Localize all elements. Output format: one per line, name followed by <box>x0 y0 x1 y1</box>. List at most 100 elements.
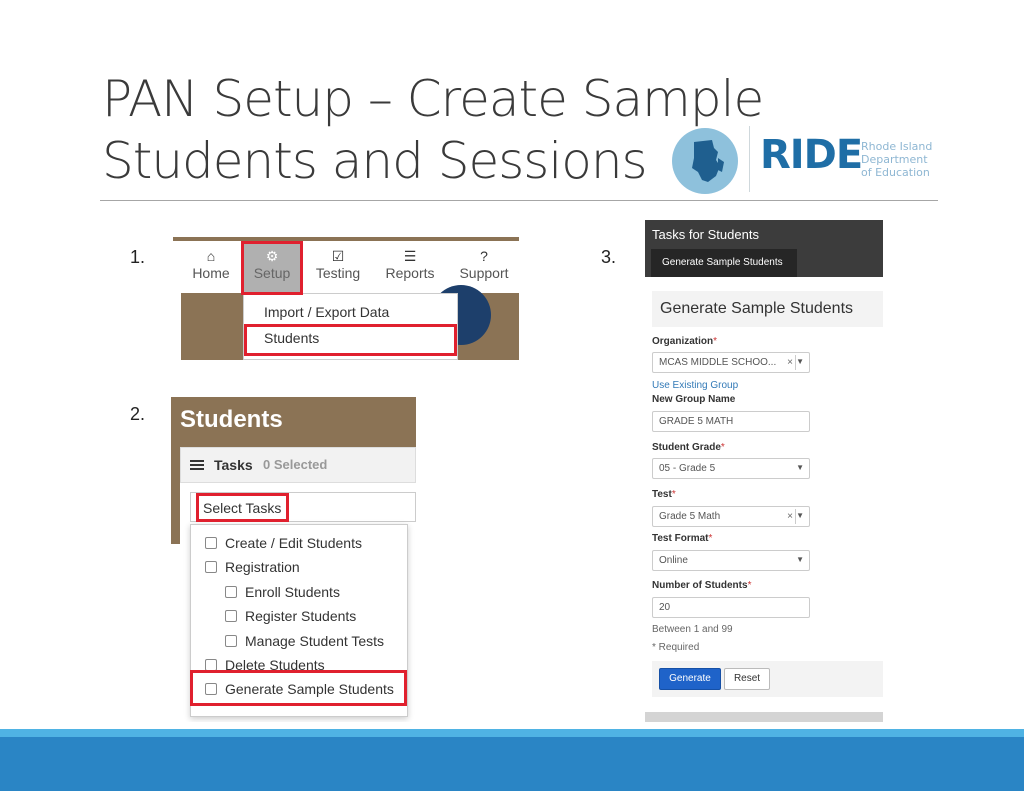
use-existing-group-link[interactable]: Use Existing Group <box>652 380 738 391</box>
required-mark: * <box>671 489 676 500</box>
organization-value: MCAS MIDDLE SCHOO... <box>659 357 777 368</box>
task-create-edit[interactable]: Create / Edit Students <box>205 535 362 551</box>
test-format-label-text: Test Format <box>652 533 709 544</box>
menu-item-import-export[interactable]: Import / Export Data <box>264 304 389 320</box>
rhode-island-map-icon <box>672 128 738 194</box>
form-title-bar: Generate Sample Students <box>652 291 883 327</box>
tasks-bar: Tasks 0 Selected <box>180 447 416 483</box>
chevron-down-icon[interactable]: ▼ <box>796 511 804 520</box>
selected-count: 0 Selected <box>263 457 328 472</box>
question-circle-icon: ? <box>480 248 488 264</box>
required-note: * Required <box>652 642 700 653</box>
reset-button[interactable]: Reset <box>724 668 770 690</box>
test-format-select[interactable]: Online ▼ <box>652 550 810 571</box>
page-title: Students <box>180 406 283 433</box>
student-grade-label-text: Student Grade <box>652 442 721 453</box>
highlight-select-tasks <box>196 493 289 522</box>
tasks-label: Tasks <box>214 457 253 473</box>
screenshot-setup-menu: ⌂ Home ⚙ Setup ☑ Testing ☰ Reports ? Sup… <box>173 237 519 360</box>
clear-icon[interactable]: × <box>787 357 793 368</box>
task-label: Registration <box>225 559 300 575</box>
number-students-input[interactable]: 20 <box>652 597 810 618</box>
task-registration[interactable]: Registration <box>205 559 300 575</box>
screenshot-generate-form: Tasks for Students Generate Sample Stude… <box>645 220 883 722</box>
tasks-header: Tasks for Students Generate Sample Stude… <box>645 220 883 277</box>
checkbox[interactable] <box>205 537 217 549</box>
chevron-down-icon: ▼ <box>796 463 804 472</box>
step-number-1: 1. <box>130 247 146 267</box>
organization-label: Organization* <box>652 336 717 347</box>
chevron-down-icon[interactable]: ▼ <box>796 357 804 366</box>
test-format-value: Online <box>659 555 688 566</box>
nav-support-label: Support <box>459 265 509 281</box>
required-mark: * <box>747 580 752 591</box>
task-manage-tests[interactable]: Manage Student Tests <box>225 633 384 649</box>
nav-testing[interactable]: ☑ Testing <box>313 247 363 281</box>
form-footer: Generate Reset <box>652 661 883 697</box>
highlight-generate-sample <box>190 670 407 706</box>
logo-separator <box>749 126 750 192</box>
title-divider <box>100 200 938 201</box>
slide: PAN Setup – Create Sample Students and S… <box>0 0 1024 791</box>
test-value: Grade 5 Math <box>659 511 721 522</box>
new-group-label: New Group Name <box>652 394 736 405</box>
footer-accent-stripe <box>0 729 1024 737</box>
tab-generate-sample[interactable]: Generate Sample Students <box>651 249 797 277</box>
nav-reports-label: Reports <box>385 265 435 281</box>
test-label-text: Test <box>652 489 672 500</box>
form-bottom-border <box>645 712 883 722</box>
number-students-help: Between 1 and 99 <box>652 624 733 635</box>
student-grade-value: 05 - Grade 5 <box>659 463 716 474</box>
task-label: Create / Edit Students <box>225 535 362 551</box>
new-group-input[interactable]: GRADE 5 MATH <box>652 411 810 432</box>
test-select[interactable]: Grade 5 Math × ▼ <box>652 506 810 527</box>
ride-logo: RIDE Rhode Island Department of Educatio… <box>672 126 936 194</box>
checkbox[interactable] <box>225 635 237 647</box>
task-register[interactable]: Register Students <box>225 608 356 624</box>
test-format-label: Test Format* <box>652 533 712 544</box>
required-mark: * <box>708 533 713 544</box>
nav-testing-label: Testing <box>315 265 361 281</box>
step-number-3: 3. <box>601 247 617 267</box>
checkbox[interactable] <box>225 610 237 622</box>
test-label: Test* <box>652 489 676 500</box>
task-label: Register Students <box>245 608 357 624</box>
slide-title-line-1: PAN Setup – Create Sample <box>102 70 764 128</box>
nav-home-label: Home <box>192 265 230 281</box>
nav-reports[interactable]: ☰ Reports <box>383 247 437 281</box>
list-icon <box>190 460 204 471</box>
organization-label-text: Organization <box>652 336 714 347</box>
tasks-header-title: Tasks for Students <box>652 227 759 242</box>
logo-sub-line-3: of Education <box>861 166 930 179</box>
chevron-down-icon: ▼ <box>796 555 804 564</box>
check-square-icon: ☑ <box>331 248 345 264</box>
checkbox[interactable] <box>205 561 217 573</box>
logo-subtitle: Rhode Island Department of Education <box>861 140 932 179</box>
server-icon: ☰ <box>403 248 417 264</box>
number-students-label-text: Number of Students <box>652 580 748 591</box>
student-grade-select[interactable]: 05 - Grade 5 ▼ <box>652 458 810 479</box>
screenshot-students-tasks: Students Tasks 0 Selected Select Tasks C… <box>171 397 416 722</box>
logo-wordmark: RIDE <box>760 132 863 178</box>
required-mark: * <box>713 336 718 347</box>
footer-band <box>0 737 1024 791</box>
checkbox[interactable] <box>225 586 237 598</box>
home-icon: ⌂ <box>206 248 216 264</box>
task-label: Manage Student Tests <box>245 633 385 649</box>
clear-icon[interactable]: × <box>787 511 793 522</box>
step-number-2: 2. <box>130 404 146 424</box>
highlight-students <box>244 324 457 356</box>
task-enroll[interactable]: Enroll Students <box>225 584 340 600</box>
highlight-setup <box>241 241 303 295</box>
organization-select[interactable]: MCAS MIDDLE SCHOO... × ▼ <box>652 352 810 373</box>
generate-button[interactable]: Generate <box>659 668 721 690</box>
form-title: Generate Sample Students <box>660 300 854 317</box>
logo-sub-line-1: Rhode Island <box>861 140 933 153</box>
student-grade-label: Student Grade* <box>652 442 725 453</box>
number-students-label: Number of Students* <box>652 580 751 591</box>
task-label: Enroll Students <box>245 584 340 600</box>
nav-home[interactable]: ⌂ Home <box>191 247 231 281</box>
required-mark: * <box>720 442 725 453</box>
nav-support[interactable]: ? Support <box>457 247 511 281</box>
logo-sub-line-2: Department <box>861 153 928 166</box>
